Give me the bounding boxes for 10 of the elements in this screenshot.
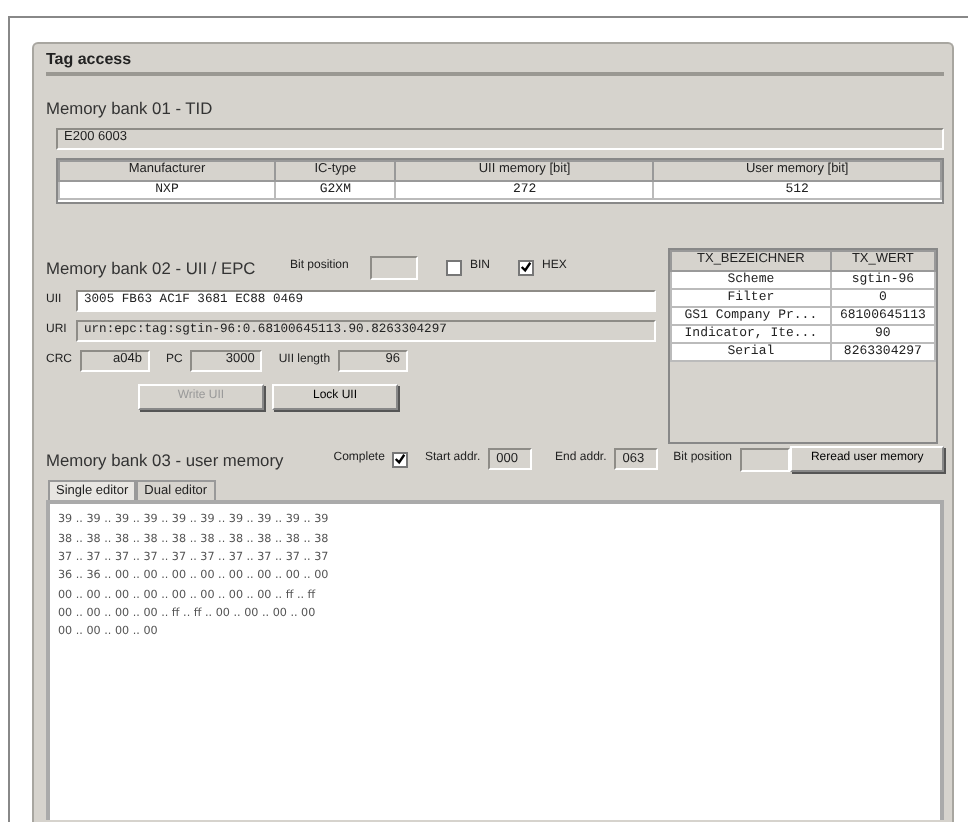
bit-position-field[interactable] [370, 255, 418, 280]
hex-editor[interactable] [46, 500, 944, 821]
checkbox[interactable] [446, 259, 462, 276]
complete-checkbox[interactable] [392, 451, 409, 468]
checkbox[interactable] [518, 259, 535, 276]
panel-title: Tag access [46, 44, 944, 76]
section-heading: Memory bank 03 - user memory [46, 447, 286, 472]
section-heading: Memory bank 01 - TID [46, 95, 215, 120]
section-heading: Memory bank 02 - UII / EPC [46, 255, 258, 280]
bit-position-field[interactable] [740, 447, 791, 472]
